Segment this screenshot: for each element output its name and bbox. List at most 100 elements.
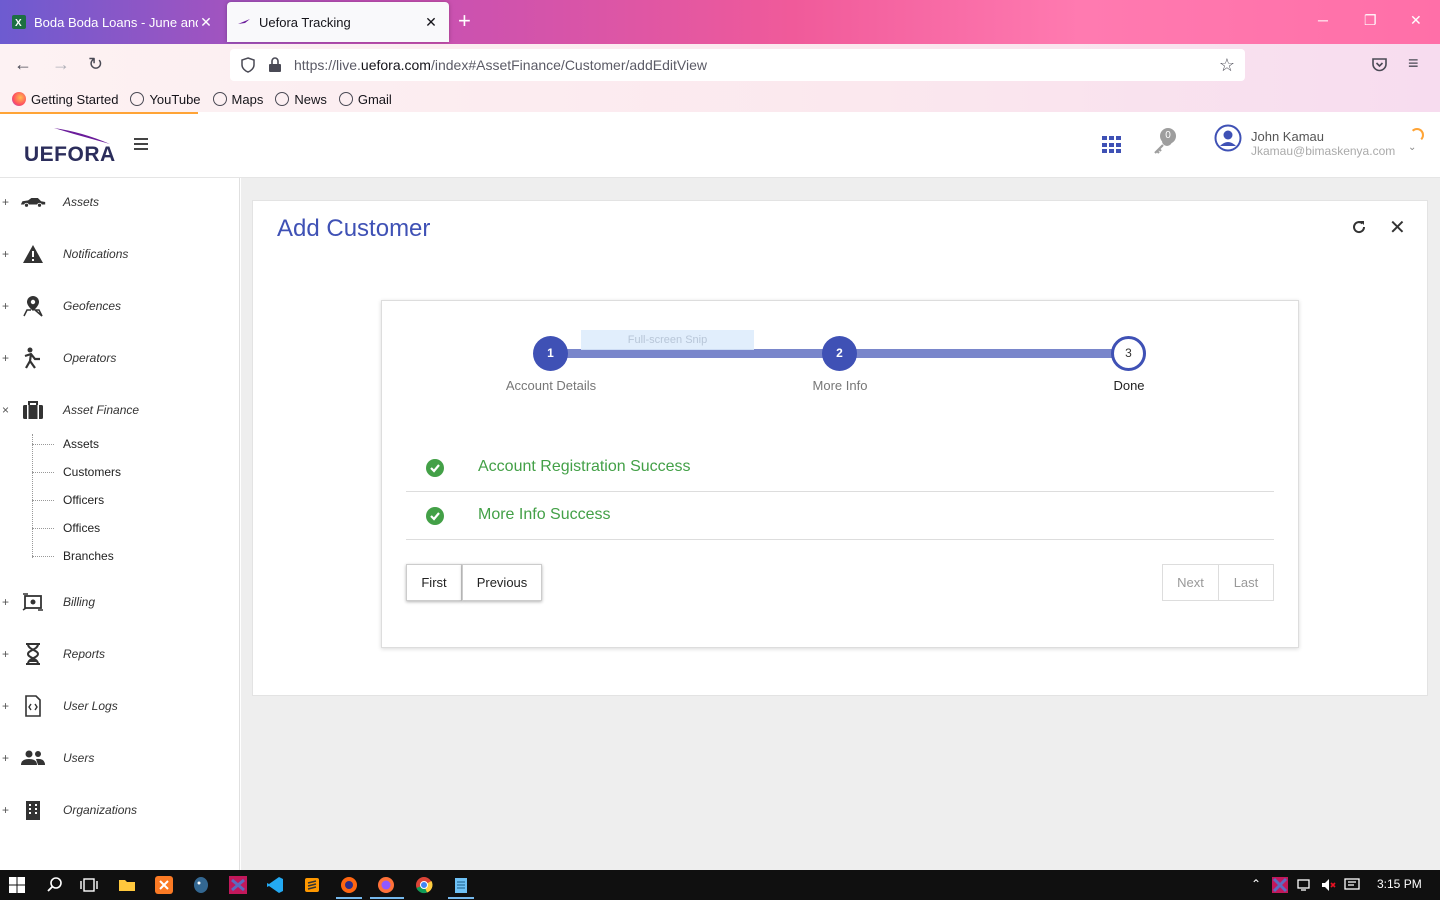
wizard-step-1[interactable]: 1: [533, 336, 568, 371]
chevron-down-icon[interactable]: ⌄: [1408, 142, 1416, 153]
refresh-icon[interactable]: [1351, 219, 1367, 235]
bookmark-label: Getting Started: [31, 91, 119, 107]
previous-button[interactable]: Previous: [462, 564, 542, 601]
last-button[interactable]: Last: [1218, 564, 1274, 601]
expand-toggle[interactable]: +: [2, 247, 10, 261]
globe-icon: [212, 92, 227, 106]
forward-icon[interactable]: →: [52, 54, 70, 75]
system-clock[interactable]: 3:15 PM: [1377, 877, 1422, 891]
sidebar-item-users[interactable]: + Users: [0, 744, 240, 772]
svg-text:X: X: [15, 18, 22, 29]
new-tab-icon[interactable]: +: [458, 10, 471, 32]
sidebar-subitem-offices[interactable]: Offices: [63, 521, 100, 535]
task-view-icon[interactable]: [80, 876, 98, 894]
windows-start-icon[interactable]: [8, 876, 26, 894]
lock-icon: [269, 57, 281, 72]
vscode-icon[interactable]: [266, 876, 284, 894]
collapse-toggle[interactable]: ×: [2, 403, 10, 417]
xampp-icon[interactable]: [155, 876, 173, 894]
user-avatar-icon[interactable]: [1214, 124, 1242, 152]
notepad-icon[interactable]: [452, 876, 470, 894]
expand-toggle[interactable]: +: [2, 803, 10, 817]
sidebar-item-assets[interactable]: + Assets: [0, 188, 240, 216]
bookmark-news[interactable]: News: [275, 92, 327, 107]
tab-uefora-tracking[interactable]: Uefora Tracking ✕: [227, 2, 449, 42]
hamburger-menu-icon[interactable]: [134, 138, 148, 153]
wizard-step-3[interactable]: 3: [1111, 336, 1146, 371]
restore-icon[interactable]: ❐: [1364, 12, 1377, 29]
minimize-icon[interactable]: ─: [1318, 12, 1328, 28]
close-tab-icon[interactable]: ✕: [423, 14, 439, 31]
hourglass-icon: [26, 643, 40, 665]
close-tab-icon[interactable]: ✕: [198, 14, 214, 31]
expand-toggle[interactable]: +: [2, 595, 10, 609]
next-button[interactable]: Next: [1162, 564, 1219, 601]
sidebar-subitem-branches[interactable]: Branches: [63, 549, 114, 563]
sidebar-subitem-officers[interactable]: Officers: [63, 493, 104, 507]
shield-icon: [241, 57, 255, 73]
expand-toggle[interactable]: +: [2, 699, 10, 713]
tab-boda-boda-loans[interactable]: X Boda Boda Loans - June and Jul ✕: [2, 2, 224, 42]
sidebar-item-operators[interactable]: + Operators: [0, 344, 240, 372]
volume-muted-icon[interactable]: [1321, 877, 1337, 893]
user-email: Jkamau@bimaskenya.com: [1251, 144, 1396, 158]
first-button[interactable]: First: [406, 564, 462, 601]
wizard-step-2[interactable]: 2: [822, 336, 857, 371]
sidebar-item-notifications[interactable]: + Notifications: [0, 240, 240, 268]
briefcase-icon: [23, 401, 43, 419]
globe-icon: [338, 92, 353, 106]
sublime-icon[interactable]: [303, 876, 321, 894]
bookmark-getting-started[interactable]: Getting Started: [12, 92, 118, 107]
url-bar[interactable]: https://live.uefora.com/index#AssetFinan…: [230, 49, 1245, 81]
expand-toggle[interactable]: +: [2, 195, 10, 209]
tree-branch: [32, 444, 54, 445]
expand-toggle[interactable]: +: [2, 351, 10, 365]
sidebar-subitem-customers[interactable]: Customers: [63, 465, 121, 479]
sidebar-item-asset-finance[interactable]: × Asset Finance: [0, 396, 240, 424]
sidebar-item-label: Asset Finance: [63, 403, 140, 417]
bookmark-gmail[interactable]: Gmail: [338, 91, 392, 107]
sidebar-item-organizations[interactable]: + Organizations: [0, 796, 240, 824]
result-text: Account Registration Success: [478, 458, 691, 475]
reload-icon[interactable]: ↻: [88, 54, 103, 75]
bookmarks-bar: Getting Started YouTube Maps News Gmail: [0, 86, 1440, 112]
database-icon[interactable]: [192, 876, 210, 894]
firefox-icon[interactable]: [377, 876, 395, 894]
search-icon[interactable]: [46, 876, 64, 894]
car-icon: [20, 197, 46, 208]
chrome-icon[interactable]: [415, 876, 433, 894]
pocket-icon[interactable]: [1371, 57, 1388, 73]
active-app-indicator: [448, 897, 474, 899]
menu-icon[interactable]: ≡: [1408, 53, 1419, 74]
sidebar-item-user-logs[interactable]: + User Logs: [0, 692, 240, 720]
expand-toggle[interactable]: +: [2, 647, 10, 661]
bookmark-youtube[interactable]: YouTube: [130, 92, 201, 107]
bookmark-star-icon[interactable]: ☆: [1219, 55, 1235, 76]
expand-toggle[interactable]: +: [2, 751, 10, 765]
bookmark-maps[interactable]: Maps: [212, 92, 263, 107]
network-icon[interactable]: [1297, 877, 1313, 893]
step-label-more-info: More Info: [812, 378, 868, 393]
tray-app-icon[interactable]: [1272, 877, 1288, 893]
sidebar-item-billing[interactable]: + Billing: [0, 588, 240, 616]
firefox-dev-icon[interactable]: [340, 876, 358, 894]
sidebar-item-geofences[interactable]: + Geofences: [0, 292, 240, 320]
uefora-logo[interactable]: UEFORA: [24, 128, 115, 168]
bookmark-label: Gmail: [357, 91, 392, 107]
back-icon[interactable]: ←: [14, 54, 32, 75]
user-name[interactable]: John Kamau: [1251, 129, 1324, 144]
app-header: UEFORA 0 John Kamau Jkamau@bimaskenya.co…: [0, 114, 1440, 178]
result-text: More Info Success: [478, 506, 611, 523]
uefora-favicon-icon: [238, 19, 250, 24]
expand-toggle[interactable]: +: [2, 299, 10, 313]
close-icon[interactable]: ✕: [1389, 215, 1406, 240]
close-window-icon[interactable]: ✕: [1410, 12, 1422, 29]
sidebar-item-reports[interactable]: + Reports: [0, 640, 240, 668]
notifications-icon[interactable]: [1344, 877, 1360, 893]
sidebar-subitem-assets[interactable]: Assets: [63, 437, 99, 451]
visual-studio-icon[interactable]: [229, 876, 247, 894]
apps-grid-icon[interactable]: [1102, 136, 1122, 154]
file-explorer-icon[interactable]: [118, 876, 136, 894]
chevron-up-icon[interactable]: ⌃: [1251, 877, 1261, 891]
url-text: https://live.uefora.com/index#AssetFinan…: [294, 57, 707, 73]
